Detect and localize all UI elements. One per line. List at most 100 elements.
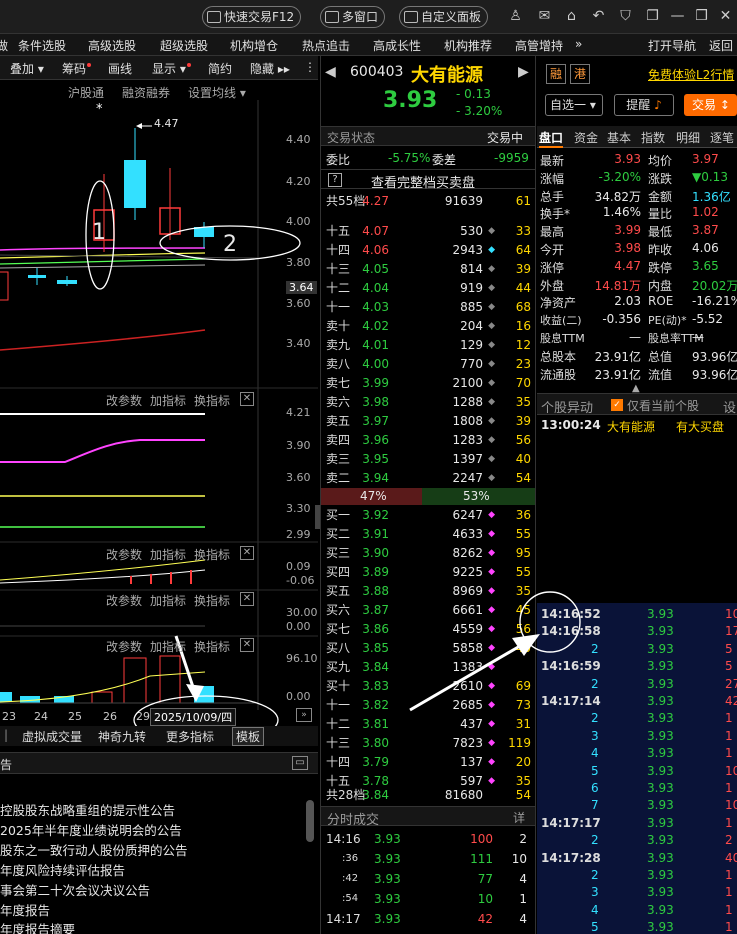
subpanel2-add-indicator[interactable]: 加指标	[150, 546, 186, 563]
menu-item-high-growth[interactable]: 高成长性	[373, 37, 421, 54]
announcement-item[interactable]: 年度报告	[0, 900, 50, 919]
quote-tab[interactable]: 盘口	[539, 129, 564, 148]
watchlist-dropdown[interactable]: 自选一 ▾	[545, 94, 603, 116]
order-level-row[interactable]: 卖九 4.01 129 ◆ 12	[326, 336, 531, 354]
menu-item-hotspot[interactable]: 热点追击	[302, 37, 350, 54]
menu-item-inst-increase[interactable]: 机构增仓	[230, 37, 278, 54]
tab-magic-nine[interactable]: 神奇九转	[98, 728, 146, 745]
order-level-row[interactable]: 十三 4.05 814 ◆ 39	[326, 260, 531, 278]
subpanel4-add-indicator[interactable]: 加指标	[150, 638, 186, 655]
order-level-row[interactable]: 卖十 4.02 204 ◆ 16	[326, 317, 531, 335]
l2-promo-link[interactable]: 免费体验L2行情	[648, 66, 734, 83]
skin-icon[interactable]: ⛉	[618, 9, 633, 24]
quick-trade-button[interactable]: 快速交易F12	[202, 6, 302, 28]
quote-tab[interactable]: 明细	[676, 129, 700, 146]
menu-item-condition-select[interactable]: 条件选股	[18, 37, 66, 54]
order-level-row[interactable]: 卖六 3.98 1288 ◆ 35	[326, 393, 531, 411]
order-level-row[interactable]: 买三 3.90 8262 ◆ 95	[326, 544, 531, 562]
custom-panel-button[interactable]: 自定义面板	[399, 6, 489, 28]
menu-item-inst-recommend[interactable]: 机构推荐	[444, 37, 492, 54]
next-stock-icon[interactable]: ▶	[518, 64, 529, 80]
tab-template[interactable]: 模板	[232, 727, 265, 746]
order-level-row[interactable]: 十四 3.79 137 ◆ 20	[326, 753, 531, 771]
full-book-row[interactable]: ? 查看完整档买卖盘	[321, 169, 535, 191]
close-icon[interactable]: ✕	[718, 9, 733, 24]
menu-item-back[interactable]: 返回	[709, 37, 733, 54]
announcement-scrollbar[interactable]	[306, 800, 314, 842]
chips-button[interactable]: 筹码	[62, 60, 92, 77]
order-level-row[interactable]: 买四 3.89 9225 ◆ 55	[326, 563, 531, 581]
subpanel4-edit-params[interactable]: 改参数	[106, 638, 142, 655]
subpanel2-change-indicator[interactable]: 换指标	[194, 546, 230, 563]
close-icon[interactable]: ✕	[240, 392, 254, 406]
announcement-item[interactable]: 事会第二十次会议决议公告	[0, 880, 150, 899]
back-icon[interactable]: ↶	[591, 9, 606, 24]
menu-item-partial[interactable]: 做	[0, 37, 8, 54]
order-level-row[interactable]: 卖二 3.94 2247 ◆ 54	[326, 469, 531, 487]
order-level-row[interactable]: 买二 3.91 4633 ◆ 55	[326, 525, 531, 543]
subpanel2-edit-params[interactable]: 改参数	[106, 546, 142, 563]
alert-button[interactable]: 提醒 ♪	[614, 94, 674, 116]
draw-line-button[interactable]: 画线	[108, 60, 132, 77]
subpanel1-add-indicator[interactable]: 加指标	[150, 392, 186, 409]
menu-item-open-nav[interactable]: 打开导航	[648, 37, 696, 54]
subpanel3-edit-params[interactable]: 改参数	[106, 592, 142, 609]
order-level-row[interactable]: 卖四 3.96 1283 ◆ 56	[326, 431, 531, 449]
order-level-row[interactable]: 卖七 3.99 2100 ◆ 70	[326, 374, 531, 392]
simple-button[interactable]: 简约	[208, 60, 232, 77]
quote-tab[interactable]: 基本	[607, 129, 631, 146]
view-full-book-link[interactable]: 查看完整档买卖盘	[371, 172, 475, 191]
movement-stock[interactable]: 大有能源	[607, 418, 655, 435]
scroll-right-icon[interactable]: »	[296, 708, 312, 722]
order-level-row[interactable]: 十二 4.04 919 ◆ 44	[326, 279, 531, 297]
minimize-icon[interactable]: —	[670, 9, 685, 24]
order-level-row[interactable]: 卖五 3.97 1808 ◆ 39	[326, 412, 531, 430]
trade-button[interactable]: 交易 ↕	[684, 94, 737, 116]
announcement-item[interactable]: 控股股东战略重组的提示性公告	[0, 800, 175, 819]
quote-tab[interactable]: 指数	[641, 129, 665, 146]
quote-tab[interactable]: 资金	[574, 129, 598, 146]
home-icon[interactable]: ⌂	[564, 9, 579, 24]
menu-item-super-select[interactable]: 超级选股	[160, 37, 208, 54]
close-icon[interactable]: ✕	[240, 638, 254, 652]
restore-icon[interactable]: ❐	[645, 9, 660, 24]
tab-more-indicators[interactable]: 更多指标	[166, 728, 214, 745]
subpanel1-change-indicator[interactable]: 换指标	[194, 392, 230, 409]
subpanel3-change-indicator[interactable]: 换指标	[194, 592, 230, 609]
dock-icon[interactable]: ▭	[292, 756, 308, 770]
help-icon[interactable]: ?	[328, 173, 342, 187]
announcement-item[interactable]: 年度报告摘要	[0, 919, 75, 934]
close-icon[interactable]: ✕	[240, 592, 254, 606]
close-icon[interactable]: ✕	[240, 546, 254, 560]
order-level-row[interactable]: 十五 4.07 530 ◆ 33	[326, 222, 531, 240]
maximize-icon[interactable]: ❒	[694, 9, 709, 24]
subpanel3-add-indicator[interactable]: 加指标	[150, 592, 186, 609]
prev-stock-icon[interactable]: ◀	[325, 64, 336, 80]
toolbar-more-icon[interactable]: ⋮	[304, 60, 316, 74]
announcement-item[interactable]: 股东之一致行动人股份质押的公告	[0, 840, 188, 859]
order-level-row[interactable]: 十一 4.03 885 ◆ 68	[326, 298, 531, 316]
subpanel1-edit-params[interactable]: 改参数	[106, 392, 142, 409]
order-level-row[interactable]: 十三 3.80 7823 ◆ 119	[326, 734, 531, 752]
announcement-item[interactable]: 2025年半年度业绩说明会的公告	[0, 820, 182, 839]
order-level-row[interactable]: 买一 3.92 6247 ◆ 36	[326, 506, 531, 524]
announcement-item[interactable]: 年度风险持续评估报告	[0, 860, 125, 879]
quote-tab[interactable]: 逐笔	[710, 129, 734, 146]
subpanel4-change-indicator[interactable]: 换指标	[194, 638, 230, 655]
user-icon[interactable]: ♙	[508, 9, 523, 24]
menu-item-advanced-select[interactable]: 高级选股	[88, 37, 136, 54]
multi-window-button[interactable]: 多窗口	[320, 6, 386, 28]
hide-button[interactable]: 隐藏 ▸▸	[250, 60, 290, 77]
mail-icon[interactable]: ✉	[537, 9, 552, 24]
display-button[interactable]: 显示 ▾	[152, 60, 191, 77]
movement-settings[interactable]: 设	[723, 397, 736, 416]
order-level-row[interactable]: 卖八 4.00 770 ◆ 23	[326, 355, 531, 373]
order-level-row[interactable]: 卖三 3.95 1397 ◆ 40	[326, 450, 531, 468]
overlay-button[interactable]: 叠加 ▾	[10, 60, 44, 77]
ticks-detail-button[interactable]: 详	[513, 809, 525, 826]
menu-more-icon[interactable]: »	[575, 37, 582, 51]
order-level-row[interactable]: 十四 4.06 2943 ◆ 64	[326, 241, 531, 259]
checkbox-icon[interactable]: ✓	[611, 399, 623, 411]
tab-virtual-volume[interactable]: 虚拟成交量	[22, 728, 82, 745]
menu-item-exec-increase[interactable]: 高管增持	[515, 37, 563, 54]
